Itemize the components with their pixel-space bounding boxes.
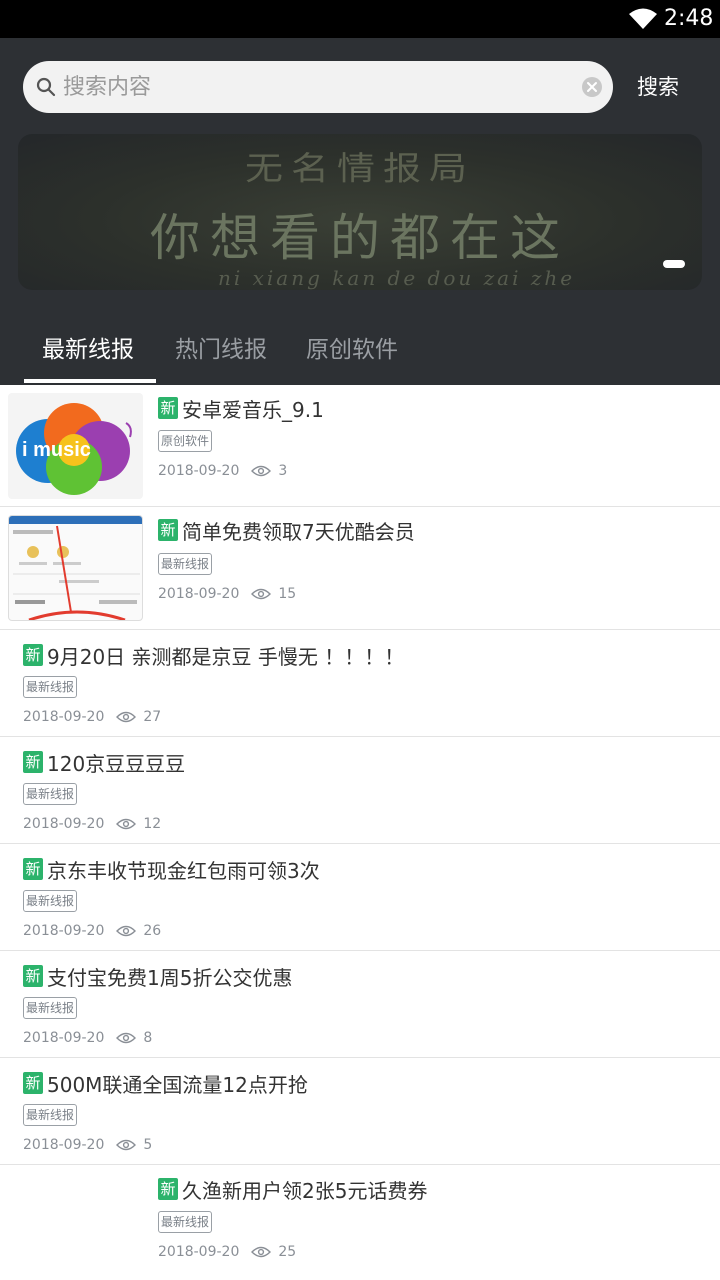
- item-title: 安卓爱音乐_9.1: [182, 397, 324, 422]
- item-tag: 最新线报: [23, 1104, 78, 1126]
- item-meta: 2018-09-20 12: [23, 813, 161, 835]
- item-date: 2018-09-20: [158, 463, 240, 479]
- item-views: 25: [278, 1244, 297, 1260]
- item-date: 2018-09-20: [23, 1137, 105, 1153]
- banner-page-indicator: [663, 260, 685, 268]
- item-title: 9月20日 亲测都是京豆 手慢无 ！！！！: [47, 644, 405, 669]
- item-title-row: 新 安卓爱音乐_9.1: [158, 393, 324, 423]
- eye-icon: [116, 818, 137, 830]
- item-meta: 2018-09-20 26: [23, 920, 161, 942]
- svg-text:i music: i music: [22, 439, 91, 461]
- item-title-row: 新 久渔新用户领2张5元话费券: [158, 1174, 427, 1204]
- item-views: 12: [143, 816, 162, 832]
- item-views: 5: [143, 1137, 153, 1153]
- item-meta: 2018-09-20 8: [23, 1027, 152, 1049]
- item-title-row: 新 500M联通全国流量12点开抢: [23, 1068, 308, 1098]
- wifi-icon: [629, 8, 657, 29]
- item-date: 2018-09-20: [23, 816, 105, 832]
- banner-pinyin: ni xiang kan de dou zai zhe: [218, 266, 576, 290]
- item-tag: 最新线报: [23, 676, 78, 698]
- item-date: 2018-09-20: [23, 1030, 105, 1046]
- item-tag: 最新线报: [23, 997, 78, 1019]
- screenshot-preview-icon: [9, 516, 142, 620]
- tab-active-indicator: [24, 379, 156, 383]
- list-item[interactable]: 新 120京豆豆豆豆 最新线报 2018-09-20 12: [0, 737, 720, 844]
- item-meta: 2018-09-20 3: [158, 460, 287, 482]
- item-date: 2018-09-20: [23, 923, 105, 939]
- item-title: 500M联通全国流量12点开抢: [47, 1072, 308, 1097]
- new-badge: 新: [23, 644, 43, 666]
- item-meta: 2018-09-20 15: [158, 583, 296, 605]
- list-item[interactable]: 新 京东丰收节现金红包雨可领3次 最新线报 2018-09-20 26: [0, 844, 720, 951]
- new-badge: 新: [158, 519, 178, 541]
- item-title: 京东丰收节现金红包雨可领3次: [47, 858, 320, 883]
- item-date: 2018-09-20: [158, 586, 240, 602]
- banner-slogan: 你想看的都在这: [150, 209, 570, 267]
- item-title-row: 新 9月20日 亲测都是京豆 手慢无 ！！！！: [23, 640, 404, 670]
- imusic-logo-icon: i music: [16, 403, 132, 495]
- item-date: 2018-09-20: [158, 1244, 240, 1260]
- status-bar: 2:48: [0, 0, 720, 38]
- eye-icon: [116, 1032, 137, 1044]
- list-item[interactable]: 新 500M联通全国流量12点开抢 最新线报 2018-09-20 5: [0, 1058, 720, 1165]
- item-title: 久渔新用户领2张5元话费券: [182, 1178, 428, 1203]
- eye-icon: [116, 711, 137, 723]
- new-badge: 新: [23, 965, 43, 987]
- banner[interactable]: 无名情报局 你想看的都在这 ni xiang kan de dou zai zh…: [18, 134, 702, 290]
- new-badge: 新: [158, 397, 178, 419]
- search-box[interactable]: [23, 61, 613, 113]
- item-views: 3: [278, 463, 288, 479]
- list-item[interactable]: 新 9月20日 亲测都是京豆 手慢无 ！！！！ 最新线报 2018-09-20 …: [0, 630, 720, 737]
- item-title-row: 新 120京豆豆豆豆: [23, 747, 185, 777]
- item-meta: 2018-09-20 27: [23, 706, 161, 728]
- item-views: 27: [143, 709, 162, 725]
- item-title-row: 新 简单免费领取7天优酷会员: [158, 515, 415, 545]
- search-icon: [36, 77, 56, 97]
- new-badge: 新: [23, 751, 43, 773]
- eye-icon: [116, 1139, 137, 1151]
- item-tag: 原创软件: [158, 430, 213, 452]
- status-time: 2:48: [664, 6, 714, 31]
- clear-icon[interactable]: [582, 77, 602, 97]
- new-badge: 新: [158, 1178, 178, 1200]
- item-views: 8: [143, 1030, 153, 1046]
- screenshot-thumbnail: [8, 515, 143, 621]
- list-item[interactable]: i music 新 安卓爱音乐_9.1 原创软件 2018-09-20 3: [0, 385, 720, 507]
- item-title-row: 新 支付宝免费1周5折公交优惠: [23, 961, 292, 991]
- header: 搜索 无名情报局 你想看的都在这 ni xiang kan de dou zai…: [0, 38, 720, 385]
- item-tag: 最新线报: [23, 890, 78, 912]
- eye-icon: [251, 588, 272, 600]
- item-tag: 最新线报: [23, 783, 78, 805]
- list-item[interactable]: 新 简单免费领取7天优酷会员 最新线报 2018-09-20 15: [0, 507, 720, 630]
- new-badge: 新: [23, 1072, 43, 1094]
- item-meta: 2018-09-20 25: [158, 1241, 296, 1263]
- new-badge: 新: [23, 858, 43, 880]
- search-input[interactable]: [63, 61, 573, 113]
- imusic-logo-thumbnail: i music: [8, 393, 143, 499]
- item-tag: 最新线报: [158, 1211, 213, 1233]
- list-item[interactable]: 新 久渔新用户领2张5元话费券 最新线报 2018-09-20 25: [0, 1165, 720, 1280]
- item-title: 简单免费领取7天优酷会员: [182, 519, 415, 544]
- eye-icon: [116, 925, 137, 937]
- tab-hot[interactable]: 热门线报: [175, 330, 267, 370]
- banner-title: 无名情报局: [244, 149, 475, 188]
- item-title: 120京豆豆豆豆: [47, 751, 186, 776]
- item-title-row: 新 京东丰收节现金红包雨可领3次: [23, 854, 320, 884]
- item-meta: 2018-09-20 5: [23, 1134, 152, 1156]
- tab-bar: 最新线报 热门线报 原创软件: [0, 322, 720, 385]
- eye-icon: [251, 1246, 272, 1258]
- item-views: 15: [278, 586, 297, 602]
- item-views: 26: [143, 923, 162, 939]
- tab-original-software[interactable]: 原创软件: [306, 330, 398, 370]
- search-button[interactable]: 搜索: [630, 69, 686, 105]
- item-tag: 最新线报: [158, 553, 213, 575]
- item-title: 支付宝免费1周5折公交优惠: [47, 965, 293, 990]
- tab-latest[interactable]: 最新线报: [42, 330, 134, 370]
- item-thumbnail: [8, 1173, 143, 1279]
- item-date: 2018-09-20: [23, 709, 105, 725]
- list-item[interactable]: 新 支付宝免费1周5折公交优惠 最新线报 2018-09-20 8: [0, 951, 720, 1058]
- eye-icon: [251, 465, 272, 477]
